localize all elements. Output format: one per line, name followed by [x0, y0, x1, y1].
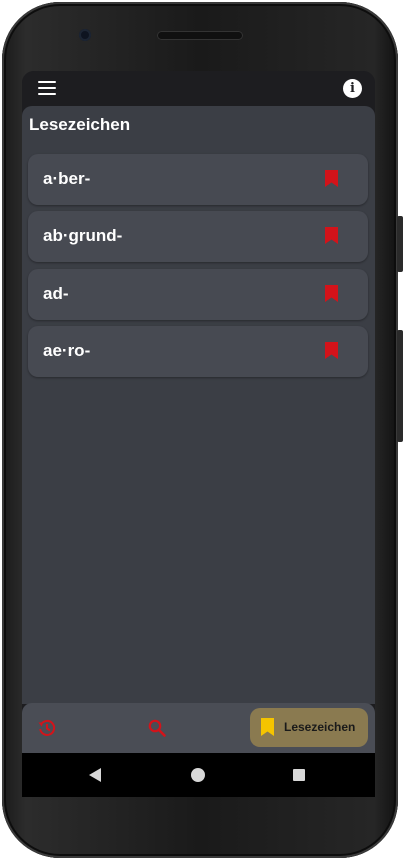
page-title: Lesezeichen [29, 115, 131, 134]
bookmark-icon [261, 718, 274, 736]
menu-icon[interactable] [38, 81, 56, 95]
list-item[interactable]: ae·ro- [28, 326, 368, 377]
app-screen: i Lesezeichen a·ber- ab·grund- ad- ae·ro… [22, 71, 375, 753]
info-icon[interactable]: i [343, 79, 362, 98]
front-camera [79, 29, 91, 41]
power-button [397, 330, 403, 442]
volume-button [397, 216, 403, 272]
entry-label: a·ber- [43, 169, 91, 188]
history-icon[interactable] [37, 718, 57, 738]
search-icon[interactable] [147, 718, 167, 738]
earpiece-speaker [157, 31, 243, 40]
bookmarks-panel: Lesezeichen a·ber- ab·grund- ad- ae·ro- [22, 106, 375, 704]
recent-apps-icon[interactable] [293, 769, 305, 781]
system-navigation-bar [22, 753, 375, 797]
nav-bookmarks-tab[interactable]: Lesezeichen [250, 708, 368, 747]
bookmark-icon[interactable] [325, 285, 338, 302]
list-item[interactable]: ab·grund- [28, 211, 368, 262]
bookmark-icon[interactable] [325, 170, 338, 187]
entry-label: ae·ro- [43, 341, 91, 360]
entry-label: ab·grund- [43, 226, 123, 245]
bookmark-icon[interactable] [325, 342, 338, 359]
list-item[interactable]: ad- [28, 269, 368, 320]
bottom-navigation: Lesezeichen [22, 703, 375, 753]
app-bar: i [22, 71, 375, 107]
entry-label: ad- [43, 284, 69, 303]
list-item[interactable]: a·ber- [28, 154, 368, 205]
back-icon[interactable] [89, 768, 103, 782]
nav-bookmarks-label: Lesezeichen [284, 720, 356, 734]
home-icon[interactable] [191, 768, 205, 782]
bookmark-icon[interactable] [325, 227, 338, 244]
